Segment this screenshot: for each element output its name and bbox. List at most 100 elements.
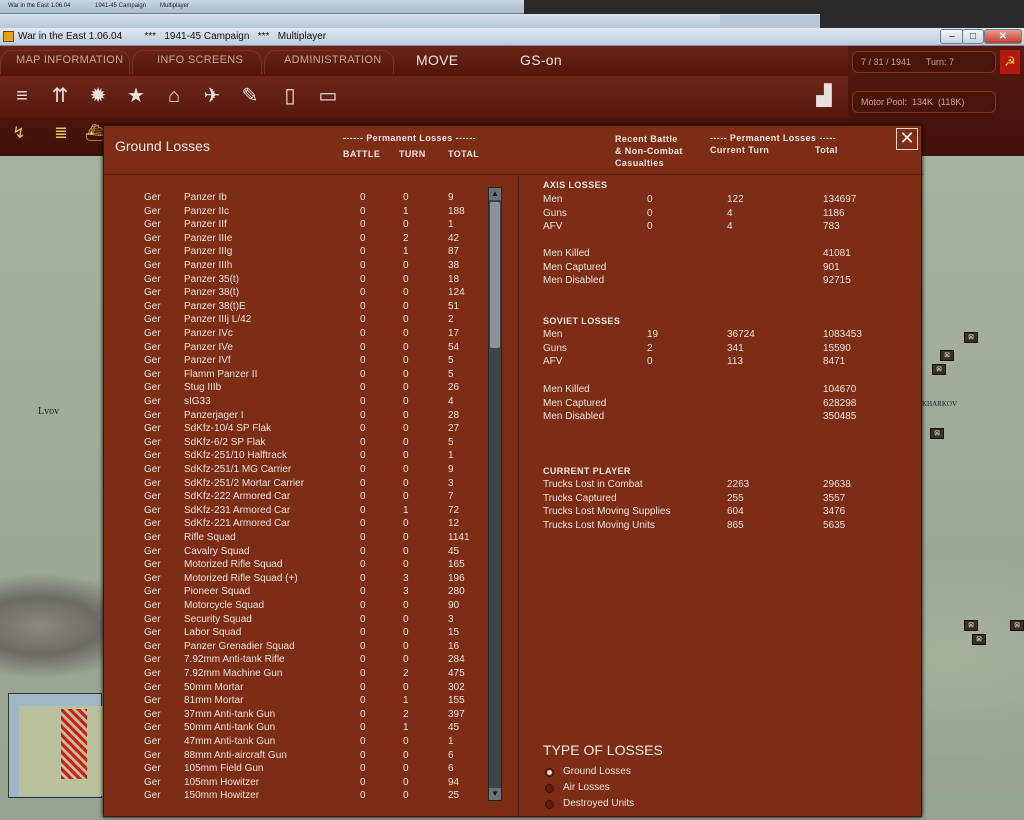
table-row[interactable]: Ger Panzer 38(t) 0 0 124	[104, 287, 488, 300]
unit-counter[interactable]: ⊠	[972, 634, 986, 645]
turn-losses: 0	[403, 600, 409, 611]
table-row[interactable]: Ger 105mm Field Gun 0 0 6	[104, 763, 488, 776]
table-row[interactable]: Ger SdKfz-251/2 Mortar Carrier 0 0 3	[104, 478, 488, 491]
table-row[interactable]: Ger Cavalry Squad 0 0 45	[104, 546, 488, 559]
turn-losses: 1	[403, 695, 409, 707]
table-row[interactable]: Ger Motorcycle Squad 0 0 90	[104, 600, 488, 613]
table-row[interactable]: Ger Labor Squad 0 0 15	[104, 627, 488, 640]
turn-losses: 0	[403, 396, 409, 407]
radio-dot[interactable]	[545, 800, 554, 809]
unit-name: Rifle Squad	[184, 532, 236, 543]
bomb-icon[interactable]: ✎	[236, 83, 264, 109]
menu-info-screens[interactable]: INFO SCREENS	[157, 54, 243, 66]
star-icon[interactable]: ★	[122, 83, 150, 109]
ground-losses-list[interactable]: Ger Panzer Ib 0 0 9 Ger Panzer IIc 0 1 188 Ger Panz…	[104, 192, 488, 802]
unit-counter[interactable]: ⊠	[1010, 620, 1024, 631]
close-window-button[interactable]: ✕	[984, 29, 1022, 44]
table-row[interactable]: Ger SdKfz-6/2 SP Flak 0 0 5	[104, 437, 488, 450]
layers-icon[interactable]: ≡	[8, 83, 36, 109]
menu-administration[interactable]: ADMINISTRATION	[284, 54, 382, 66]
table-row[interactable]: Ger Panzer IVe 0 0 54	[104, 342, 488, 355]
table-row[interactable]: Ger Panzer IIIh 0 0 38	[104, 260, 488, 273]
menu-gs-on[interactable]: GS-on	[520, 52, 562, 68]
path-icon[interactable]: ↯	[8, 123, 30, 145]
maximize-button[interactable]: □	[962, 29, 984, 44]
nationality: Ger	[144, 681, 161, 693]
table-row[interactable]: Ger 37mm Anti-tank Gun 0 2 397	[104, 709, 488, 722]
report-icon[interactable]: ▭	[314, 83, 342, 109]
table-row[interactable]: Ger Panzer IIIe 0 2 42	[104, 233, 488, 246]
table-row[interactable]: Ger 47mm Anti-tank Gun 0 0 1	[104, 736, 488, 749]
axis-cell: 1186	[823, 207, 845, 219]
table-row[interactable]: Ger sIG33 0 0 4	[104, 396, 488, 409]
table-row[interactable]: Ger SdKfz-221 Armored Car 0 0 12	[104, 518, 488, 531]
units-icon[interactable]: ⇈	[46, 83, 74, 109]
table-row[interactable]: Ger Panzer IIIg 0 1 87	[104, 246, 488, 259]
table-row[interactable]: Ger Flamm Panzer II 0 0 5	[104, 369, 488, 382]
recent-casualties-header: Recent Battle & Non-Combat Casualties	[615, 134, 683, 168]
table-row[interactable]: Ger Panzer IVf 0 0 5	[104, 355, 488, 368]
table-row[interactable]: Ger SdKfz-222 Armored Car 0 0 7	[104, 491, 488, 504]
bar-chart-icon[interactable]: ▟	[810, 83, 838, 109]
table-row[interactable]: Ger 81mm Mortar 0 1 155	[104, 695, 488, 708]
table-row[interactable]: Ger Panzer Grenadier Squad 0 0 16	[104, 641, 488, 654]
table-row[interactable]: Ger Panzer IIIj L/42 0 0 2	[104, 314, 488, 327]
total-losses: 28	[448, 409, 460, 421]
table-row[interactable]: Ger Security Squad 0 0 3	[104, 614, 488, 627]
unit-counter[interactable]: ⊠	[964, 620, 978, 631]
table-row[interactable]: Ger 88mm Anti-aircraft Gun 0 0 6	[104, 750, 488, 763]
unit-name: 150mm Howitzer	[184, 790, 260, 802]
table-row[interactable]: Ger Panzer 38(t)E 0 0 51	[104, 301, 488, 314]
unit-counter[interactable]: ⊠	[932, 364, 946, 375]
unit-counter[interactable]: ⊠	[930, 428, 944, 439]
hq-icon[interactable]: ⌂	[160, 83, 188, 109]
air-icon[interactable]: ✈	[198, 83, 226, 109]
table-row[interactable]: Ger 50mm Anti-tank Gun 0 1 45	[104, 722, 488, 735]
table-row[interactable]: Ger Panzer Ib 0 0 9	[104, 192, 488, 205]
scroll-thumb[interactable]	[490, 202, 500, 348]
gear-icon[interactable]: ✹	[84, 83, 112, 109]
menu-map-information[interactable]: MAP INFORMATION	[16, 54, 123, 66]
table-row[interactable]: Ger SdKfz-251/10 Halftrack 0 0 1	[104, 450, 488, 463]
background-window-2	[0, 14, 820, 28]
unit-counter[interactable]: ⊠	[964, 332, 978, 343]
radio-dot[interactable]	[545, 784, 554, 793]
table-row[interactable]: Ger 150mm Howitzer 0 0 25	[104, 790, 488, 802]
table-row[interactable]: Ger Panzer 35(t) 0 0 18	[104, 274, 488, 287]
table-row[interactable]: Ger SdKfz-231 Armored Car 0 1 72	[104, 505, 488, 518]
total-losses: 284	[448, 654, 465, 666]
fuel-icon[interactable]: ▯	[276, 83, 304, 109]
table-row[interactable]: Ger Panzer IVc 0 0 17	[104, 328, 488, 341]
nationality: Ger	[144, 341, 161, 353]
list-scrollbar[interactable]: ▲ ▼	[488, 187, 502, 801]
table-row[interactable]: Ger SdKfz-251/1 MG Carrier 0 0 9	[104, 464, 488, 477]
scroll-down-icon[interactable]: ▼	[489, 788, 501, 800]
close-dialog-button[interactable]: ✕	[896, 128, 918, 150]
unit-counter[interactable]: ⊠	[940, 350, 954, 361]
table-row[interactable]: Ger Stug IIIb 0 0 26	[104, 382, 488, 395]
table-row[interactable]: Ger Motorized Rifle Squad (+) 0 3 196	[104, 573, 488, 586]
table-row[interactable]: Ger Pioneer Squad 0 3 280	[104, 586, 488, 599]
nationality: Ger	[144, 572, 161, 584]
minimize-button[interactable]: –	[940, 29, 964, 44]
table-row[interactable]: Ger 50mm Mortar 0 0 302	[104, 682, 488, 695]
table-row[interactable]: Ger 105mm Howitzer 0 0 94	[104, 777, 488, 790]
radio-dot[interactable]	[545, 768, 554, 777]
turn-losses: 1	[403, 246, 409, 258]
table-row[interactable]: Ger SdKfz-10/4 SP Flak 0 0 27	[104, 423, 488, 436]
menu-move[interactable]: MOVE	[416, 52, 458, 68]
table-row[interactable]: Ger Rifle Squad 0 0 1141	[104, 532, 488, 545]
minimap[interactable]	[8, 693, 103, 798]
turn-losses: 0	[403, 355, 409, 367]
scroll-up-icon[interactable]: ▲	[489, 188, 501, 200]
turn-losses: 0	[403, 273, 409, 285]
player-row: Trucks Lost Moving Supplies 604 3476	[543, 506, 903, 519]
table-row[interactable]: Ger Panzer IIc 0 1 188	[104, 206, 488, 219]
rail-icon[interactable]: ≣	[50, 123, 72, 145]
table-row[interactable]: Ger Panzer IIf 0 0 1	[104, 219, 488, 232]
table-row[interactable]: Ger Motorized Rifle Squad 0 0 165	[104, 559, 488, 572]
table-row[interactable]: Ger 7.92mm Anti-tank Rifle 0 0 284	[104, 654, 488, 667]
table-row[interactable]: Ger 7.92mm Machine Gun 0 2 475	[104, 668, 488, 681]
axis-cell: 783	[823, 221, 840, 233]
table-row[interactable]: Ger Panzerjager I 0 0 28	[104, 410, 488, 423]
